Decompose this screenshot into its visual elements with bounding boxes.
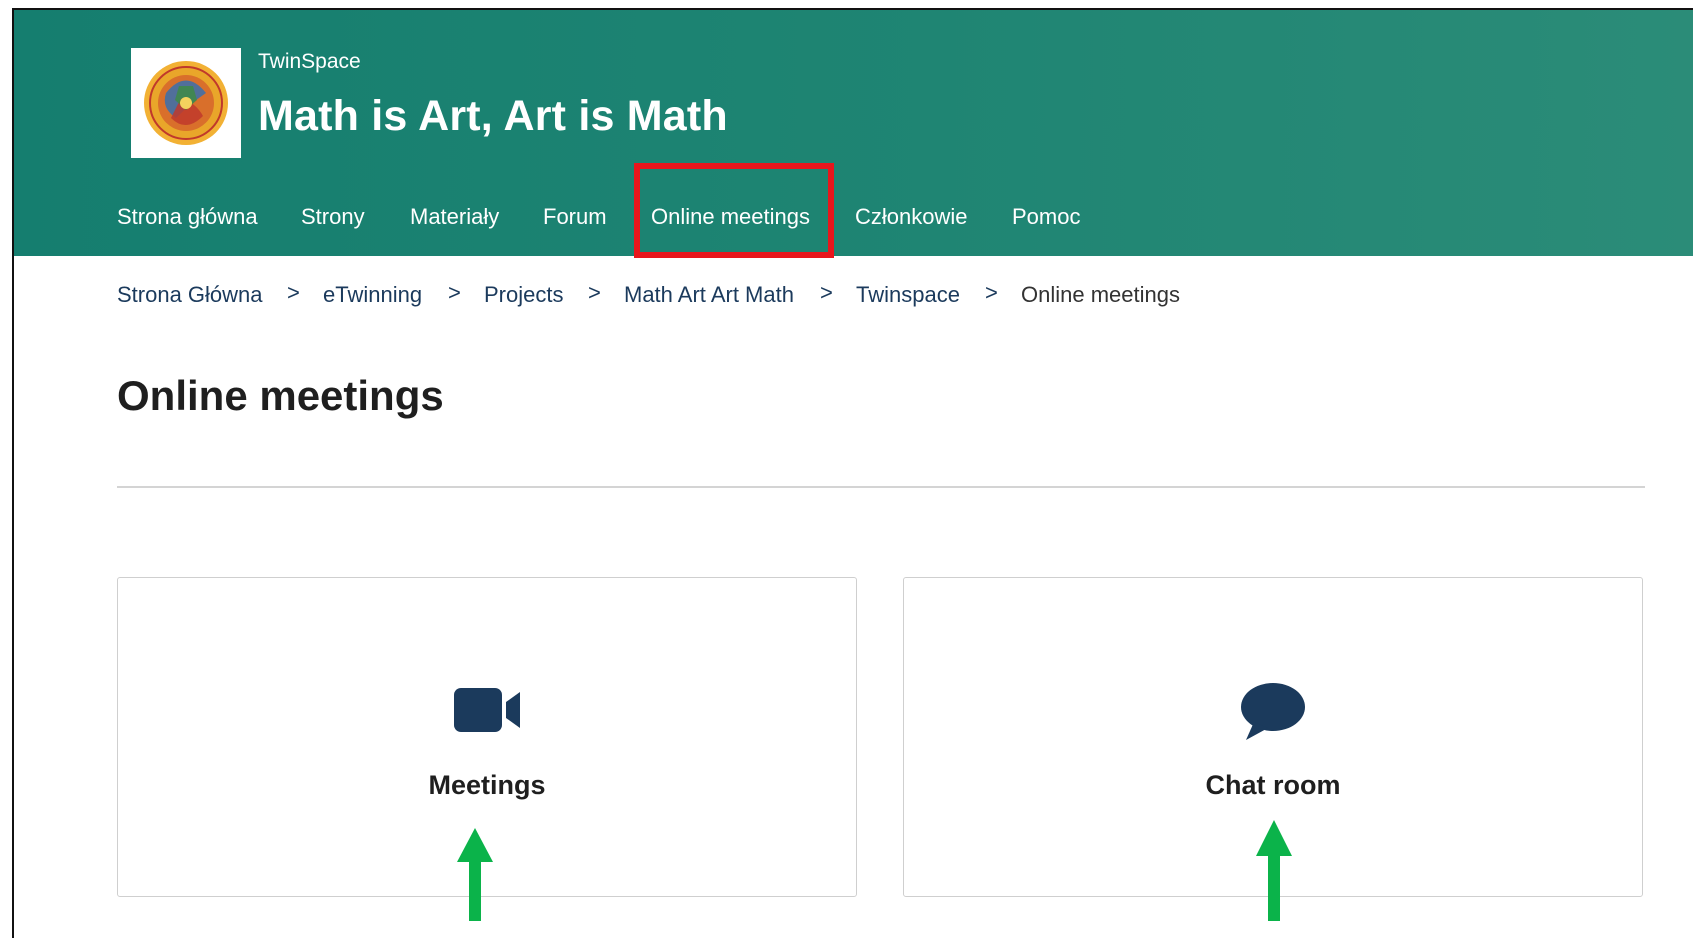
breadcrumb-item-etwinning[interactable]: eTwinning xyxy=(323,282,422,308)
breadcrumb-separator: > xyxy=(588,280,601,305)
nav-item-pages[interactable]: Strony xyxy=(301,204,365,230)
chat-room-card-label: Chat room xyxy=(1205,770,1341,800)
breadcrumb-separator: > xyxy=(820,280,833,305)
annotation-highlight-box xyxy=(634,163,834,258)
breadcrumb-separator: > xyxy=(287,280,300,305)
nav-item-home[interactable]: Strona główna xyxy=(117,204,258,230)
breadcrumb-item-twinspace[interactable]: Twinspace xyxy=(856,282,960,308)
breadcrumb-item-project[interactable]: Math Art Art Math xyxy=(624,282,794,308)
speech-bubble-icon xyxy=(1241,683,1305,740)
site-title[interactable]: Math is Art, Art is Math xyxy=(258,92,728,141)
logo-emblem-icon xyxy=(144,61,228,145)
annotation-arrow-up-icon xyxy=(1256,820,1292,921)
nav-item-members[interactable]: Członkowie xyxy=(855,204,968,230)
breadcrumb-item-home[interactable]: Strona Główna xyxy=(117,282,263,308)
video-camera-icon xyxy=(454,688,520,732)
breadcrumb-item-projects[interactable]: Projects xyxy=(484,282,563,308)
breadcrumb-separator: > xyxy=(448,280,461,305)
breadcrumb-separator: > xyxy=(985,280,998,305)
project-logo[interactable] xyxy=(131,48,241,158)
nav-item-materials[interactable]: Materiały xyxy=(410,204,499,230)
site-label: TwinSpace xyxy=(258,50,361,73)
site-header: TwinSpace Math is Art, Art is Math xyxy=(14,10,1693,256)
breadcrumb-item-current: Online meetings xyxy=(1021,282,1180,307)
nav-item-forum[interactable]: Forum xyxy=(543,204,607,230)
nav-item-help[interactable]: Pomoc xyxy=(1012,204,1080,230)
meetings-card-label: Meetings xyxy=(428,770,546,800)
annotation-arrow-up-icon xyxy=(457,828,493,921)
section-divider xyxy=(117,486,1645,488)
page-title: Online meetings xyxy=(117,372,444,419)
